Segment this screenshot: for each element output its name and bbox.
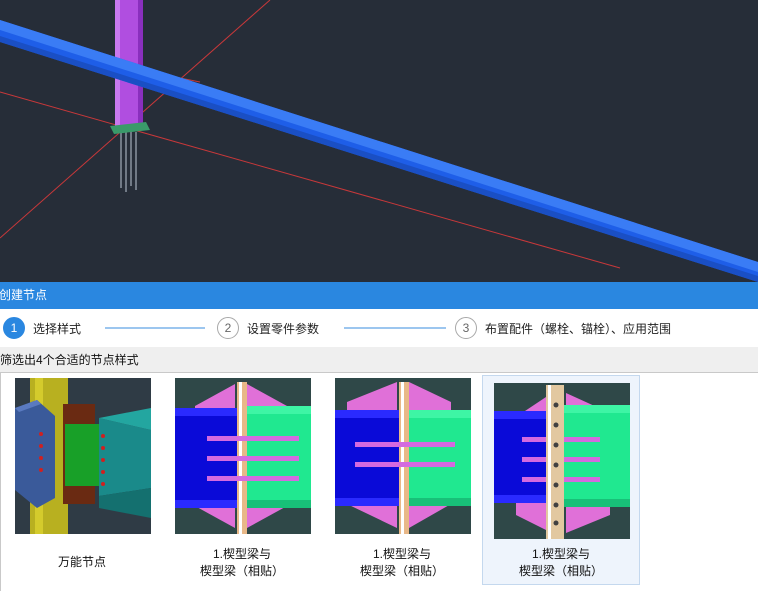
dialog-title: 创建节点 (0, 288, 48, 302)
node-thumbnail (15, 378, 151, 534)
axis-line-x (0, 91, 621, 269)
node-card-label: 万能节点 (57, 555, 106, 569)
node-card-wedge-beam-2[interactable]: 1.楔型梁与 楔型梁（相贴） (323, 375, 481, 585)
node-card-wedge-beam-1[interactable]: 1.楔型梁与 楔型梁（相贴） (163, 375, 321, 585)
node-thumbnail (175, 378, 311, 534)
step-number-circle: 3 (455, 317, 477, 339)
node-card-label: 1.楔型梁与 (212, 547, 271, 561)
step-label: 选择样式 (33, 321, 82, 336)
node-card-label: 楔型梁（相贴） (359, 564, 444, 578)
step-number-circle: 2 (217, 317, 239, 339)
node-style-gallery: 万能节点 1.楔型梁与 楔型梁（相贴） 1.楔型梁与 楔型梁（相贴） 1.楔型梁… (0, 373, 758, 591)
step-select-style[interactable]: 1 选择样式 (3, 317, 81, 339)
step-place-accessories[interactable]: 3 布置配件（螺栓、锚栓）、应用范围 (455, 317, 671, 339)
node-card-label: 1.楔型梁与 (372, 547, 431, 561)
step-set-part-params[interactable]: 2 设置零件参数 (217, 317, 319, 339)
filter-result-bar: 筛选出4个合适的节点样式 (0, 347, 758, 373)
node-thumbnail (335, 378, 471, 534)
node-card-wedge-beam-3[interactable]: 1.楔型梁与 楔型梁（相贴） (482, 375, 640, 585)
step-label: 布置配件（螺栓、锚栓）、应用范围 (485, 321, 672, 336)
node-card-label: 楔型梁（相贴） (518, 564, 603, 578)
node-card-universal[interactable]: 万能节点 (3, 375, 161, 585)
node-card-label: 楔型梁（相贴） (199, 564, 284, 578)
step-connector (344, 327, 446, 329)
model-viewport[interactable] (0, 0, 758, 282)
step-number-circle: 1 (3, 317, 25, 339)
wizard-steps: 1 选择样式 2 设置零件参数 3 布置配件（螺栓、锚栓）、应用范围 (0, 309, 758, 347)
dialog-title-bar: 创建节点 (0, 282, 758, 309)
filter-result-text: 筛选出4个合适的节点样式 (0, 353, 139, 367)
step-connector (105, 327, 205, 329)
model-3d-scene (0, 0, 758, 282)
step-label: 设置零件参数 (247, 321, 320, 336)
node-card-label: 1.楔型梁与 (531, 547, 590, 561)
node-thumbnail (494, 383, 630, 539)
